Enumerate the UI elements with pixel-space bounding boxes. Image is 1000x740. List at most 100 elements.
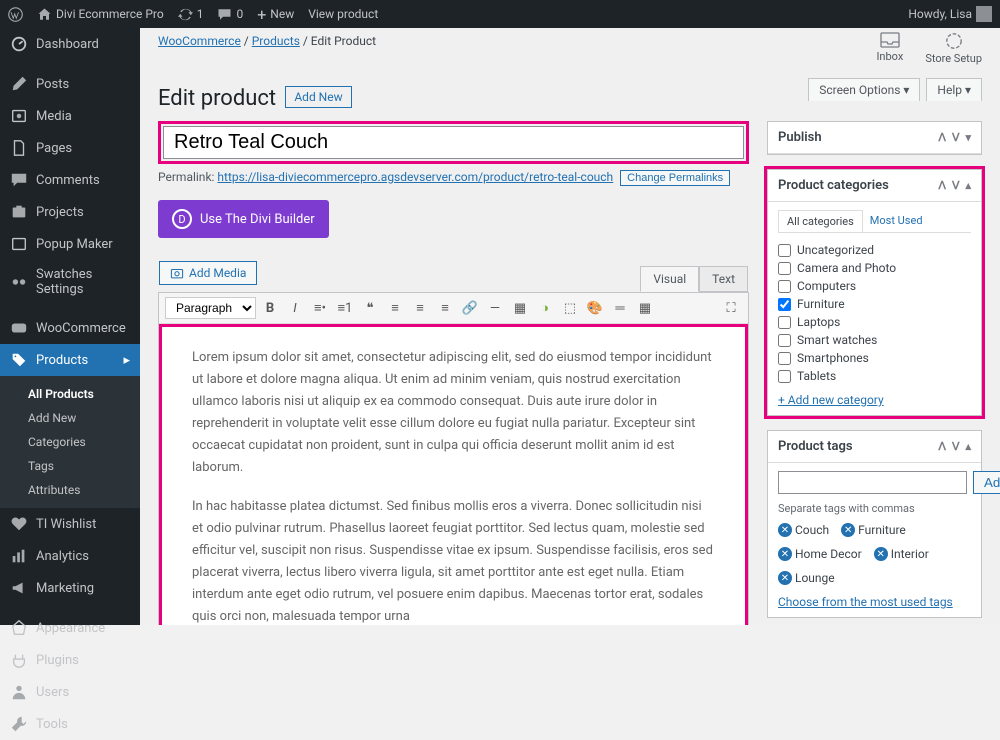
submenu-all-products[interactable]: All Products (12, 382, 140, 406)
sidebar-item-media[interactable]: Media (0, 100, 140, 132)
link-button[interactable]: 🔗 (459, 297, 481, 319)
bold-button[interactable]: B (259, 297, 281, 319)
main-content: WooCommerce / Products / Edit Product In… (140, 28, 1000, 625)
sidebar-submenu-products: All Products Add New Categories Tags Att… (0, 376, 140, 508)
page-title: Edit product (158, 86, 276, 111)
category-checkbox-smart-watches[interactable]: Smart watches (778, 331, 971, 349)
sidebar-item-plugins[interactable]: Plugins (0, 644, 140, 676)
submenu-tags[interactable]: Tags (12, 454, 140, 478)
sidebar-item-pages[interactable]: Pages (0, 132, 140, 164)
product-title-input[interactable] (163, 126, 744, 159)
category-checkbox-tablets[interactable]: Tablets (778, 367, 971, 385)
add-media-button[interactable]: Add Media (159, 261, 257, 285)
format-select[interactable]: Paragraph (165, 297, 256, 319)
blockquote-button[interactable]: ❝ (359, 297, 381, 319)
insert-button[interactable]: ⬚ (559, 297, 581, 319)
sidebar-item-products[interactable]: Products▸ (0, 344, 140, 376)
editor-body[interactable]: Lorem ipsum dolor sit amet, consectetur … (159, 324, 748, 625)
color-button[interactable]: 🎨 (584, 297, 606, 319)
screen-options-tab[interactable]: Screen Options ▾ (808, 78, 920, 101)
hr-button[interactable]: ═ (609, 297, 631, 319)
submenu-categories[interactable]: Categories (12, 430, 140, 454)
sidebar-item-analytics[interactable]: Analytics (0, 540, 140, 572)
site-name-link[interactable]: Divi Ecommerce Pro (37, 7, 164, 22)
move-up-icon[interactable]: ᐱ (938, 440, 946, 453)
category-checkbox-computers[interactable]: Computers (778, 277, 971, 295)
sidebar-item-swatches[interactable]: Swatches Settings (0, 260, 140, 304)
sidebar-item-tools[interactable]: Tools (0, 708, 140, 740)
new-content-link[interactable]: +New (257, 5, 294, 24)
inbox-button[interactable]: Inbox (876, 32, 903, 63)
sidebar-item-popup[interactable]: Popup Maker (0, 228, 140, 260)
category-checkbox-uncategorized[interactable]: Uncategorized (778, 241, 971, 259)
add-new-button[interactable]: Add New (285, 86, 351, 108)
align-center-button[interactable]: ≡ (409, 297, 431, 319)
breadcrumb-woocommerce[interactable]: WooCommerce (158, 34, 241, 48)
remove-tag-icon[interactable]: ✕ (778, 523, 792, 537)
admin-bar: Divi Ecommerce Pro 1 0 +New View product… (0, 0, 1000, 28)
permalink-link[interactable]: https://lisa-diviecommercepro.agsdevserv… (217, 170, 613, 184)
add-new-category-link[interactable]: + Add new category (778, 393, 884, 407)
toggle-icon[interactable]: ▴ (965, 440, 971, 453)
toolbar-toggle-button[interactable]: ▦ (509, 297, 531, 319)
remove-tag-icon[interactable]: ✕ (874, 547, 888, 561)
sidebar-item-posts[interactable]: Posts (0, 68, 140, 100)
remove-tag-icon[interactable]: ✕ (778, 547, 792, 561)
store-setup-button[interactable]: Store Setup (925, 32, 982, 65)
bullet-list-button[interactable]: ≡• (309, 297, 331, 319)
breadcrumb-products[interactable]: Products (252, 34, 300, 48)
align-right-button[interactable]: ≡ (434, 297, 456, 319)
category-checkbox-furniture[interactable]: Furniture (778, 295, 971, 313)
category-checkbox-smartphones[interactable]: Smartphones (778, 349, 971, 367)
publish-box: Publishᐱᐯ▾ (767, 121, 982, 155)
align-left-button[interactable]: ≡ (384, 297, 406, 319)
editor-tab-visual[interactable]: Visual (640, 266, 699, 292)
tag-input[interactable] (778, 471, 967, 494)
category-checkbox-camera-and-photo[interactable]: Camera and Photo (778, 259, 971, 277)
help-tab[interactable]: Help ▾ (926, 78, 982, 101)
table-button[interactable]: ▦ (634, 297, 656, 319)
category-checkbox-laptops[interactable]: Laptops (778, 313, 971, 331)
tag-couch[interactable]: ✕Couch (778, 523, 829, 537)
add-tag-button[interactable]: Add (973, 471, 1000, 494)
wp-logo[interactable] (8, 7, 23, 22)
toggle-icon[interactable]: ▾ (965, 131, 971, 144)
move-up-icon[interactable]: ᐱ (938, 131, 946, 144)
cat-tab-most-used[interactable]: Most Used (862, 210, 931, 232)
sidebar-item-woocommerce[interactable]: WooCommerce (0, 312, 140, 344)
sidebar-item-appearance[interactable]: Appearance (0, 612, 140, 644)
cat-tab-all[interactable]: All categories (778, 210, 863, 232)
change-permalinks-button[interactable]: Change Permalinks (620, 170, 730, 186)
sidebar-item-comments[interactable]: Comments (0, 164, 140, 196)
sidebar-item-projects[interactable]: Projects (0, 196, 140, 228)
move-down-icon[interactable]: ᐯ (952, 440, 960, 453)
tag-home-decor[interactable]: ✕Home Decor (778, 547, 862, 561)
choose-tags-link[interactable]: Choose from the most used tags (778, 595, 971, 609)
sidebar-item-dashboard[interactable]: Dashboard (0, 28, 140, 60)
remove-tag-icon[interactable]: ✕ (778, 571, 792, 585)
my-account-link[interactable]: Howdy, Lisa (908, 6, 992, 22)
divi-builder-button[interactable]: D Use The Divi Builder (158, 200, 329, 238)
tag-lounge[interactable]: ✕Lounge (778, 571, 835, 585)
remove-tag-icon[interactable]: ✕ (841, 523, 855, 537)
more-button[interactable]: — (484, 297, 506, 319)
sidebar-item-marketing[interactable]: Marketing (0, 572, 140, 604)
comments-link[interactable]: 0 (217, 7, 243, 22)
move-down-icon[interactable]: ᐯ (952, 179, 960, 192)
submenu-attributes[interactable]: Attributes (12, 478, 140, 502)
numbered-list-button[interactable]: ≡1 (334, 297, 356, 319)
toggle-icon[interactable]: ▴ (965, 179, 971, 192)
tag-furniture[interactable]: ✕Furniture (841, 523, 906, 537)
view-product-link[interactable]: View product (308, 7, 378, 21)
move-up-icon[interactable]: ᐱ (938, 179, 946, 192)
submenu-add-new[interactable]: Add New (12, 406, 140, 430)
shortcode-button[interactable]: ◑ (534, 297, 556, 319)
editor-tab-text[interactable]: Text (699, 266, 748, 292)
sidebar-item-users[interactable]: Users (0, 676, 140, 708)
italic-button[interactable]: I (284, 297, 306, 319)
updates-link[interactable]: 1 (178, 7, 204, 22)
fullscreen-button[interactable]: ⛶ (720, 297, 742, 319)
tag-interior[interactable]: ✕Interior (874, 547, 929, 561)
sidebar-item-wishlist[interactable]: TI Wishlist (0, 508, 140, 540)
move-down-icon[interactable]: ᐯ (952, 131, 960, 144)
